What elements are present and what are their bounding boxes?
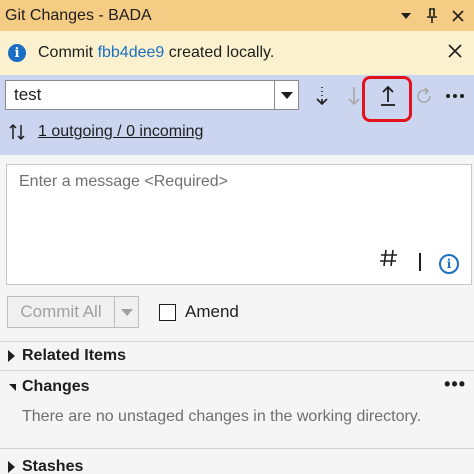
close-infobar-icon[interactable] <box>446 43 464 61</box>
related-items-section-header[interactable]: Related Items <box>0 341 474 371</box>
chevron-right-icon <box>0 350 22 362</box>
amend-label: Amend <box>185 302 239 321</box>
titlebar-controls <box>398 0 466 31</box>
close-window-icon[interactable] <box>450 8 466 24</box>
commit-options-dropdown[interactable] <box>115 297 138 327</box>
commit-all-button[interactable]: Commit All <box>7 296 139 328</box>
stashes-section-header[interactable]: Stashes <box>0 452 474 474</box>
info-message: Commit fbb4dee9 created locally. <box>38 44 274 62</box>
info-icon: i <box>8 44 26 62</box>
tool-window-titlebar: Git Changes - BADA <box>0 0 474 31</box>
checkbox-box[interactable] <box>159 303 176 321</box>
no-changes-message: There are no unstaged changes in the wor… <box>22 408 422 425</box>
commit-message-input[interactable]: Enter a message <Required> i <box>6 164 472 285</box>
sync-button[interactable] <box>412 83 436 109</box>
window-options-icon[interactable] <box>398 8 414 24</box>
fetch-icon <box>316 87 328 106</box>
info-bar: i Commit fbb4dee9 created locally. <box>0 31 474 75</box>
section-title: Related Items <box>22 347 127 364</box>
pull-icon <box>348 87 360 106</box>
info-icon[interactable]: i <box>439 254 459 274</box>
branch-name: test <box>14 85 42 104</box>
sync-status: 1 outgoing / 0 incoming <box>8 123 203 141</box>
more-actions-button[interactable] <box>442 83 468 109</box>
pin-icon[interactable] <box>424 7 440 24</box>
chevron-down-icon <box>280 91 293 99</box>
chevron-expanded-icon <box>0 383 22 391</box>
commit-hash-link[interactable]: fbb4dee9 <box>98 44 165 61</box>
section-title: Stashes <box>22 458 84 474</box>
window-title: Git Changes - BADA <box>5 6 152 24</box>
divider <box>0 370 474 371</box>
changes-section-header[interactable]: Changes ••• <box>0 372 474 402</box>
work-item-hash-icon[interactable] <box>379 248 399 274</box>
divider <box>0 448 474 449</box>
fetch-button[interactable] <box>310 83 334 109</box>
push-button-highlight <box>362 76 412 122</box>
section-title: Changes <box>22 378 90 395</box>
commit-all-label: Commit All <box>8 297 115 327</box>
separator <box>419 253 421 271</box>
amend-checkbox[interactable]: Amend <box>159 302 239 322</box>
more-icon <box>446 94 464 98</box>
info-message-suffix: created locally. <box>164 44 275 61</box>
chevron-right-icon <box>0 461 22 473</box>
commit-message-placeholder: Enter a message <Required> <box>19 173 229 190</box>
outgoing-incoming-icon <box>9 123 25 141</box>
chevron-down-icon <box>120 308 133 316</box>
branch-dropdown[interactable]: test <box>5 80 299 110</box>
sync-icon <box>417 87 431 103</box>
branch-dropdown-arrow[interactable] <box>274 81 298 109</box>
changes-more-icon[interactable]: ••• <box>444 374 466 395</box>
info-message-prefix: Commit <box>38 44 98 61</box>
outgoing-incoming-link[interactable]: 1 outgoing / 0 incoming <box>38 123 203 141</box>
